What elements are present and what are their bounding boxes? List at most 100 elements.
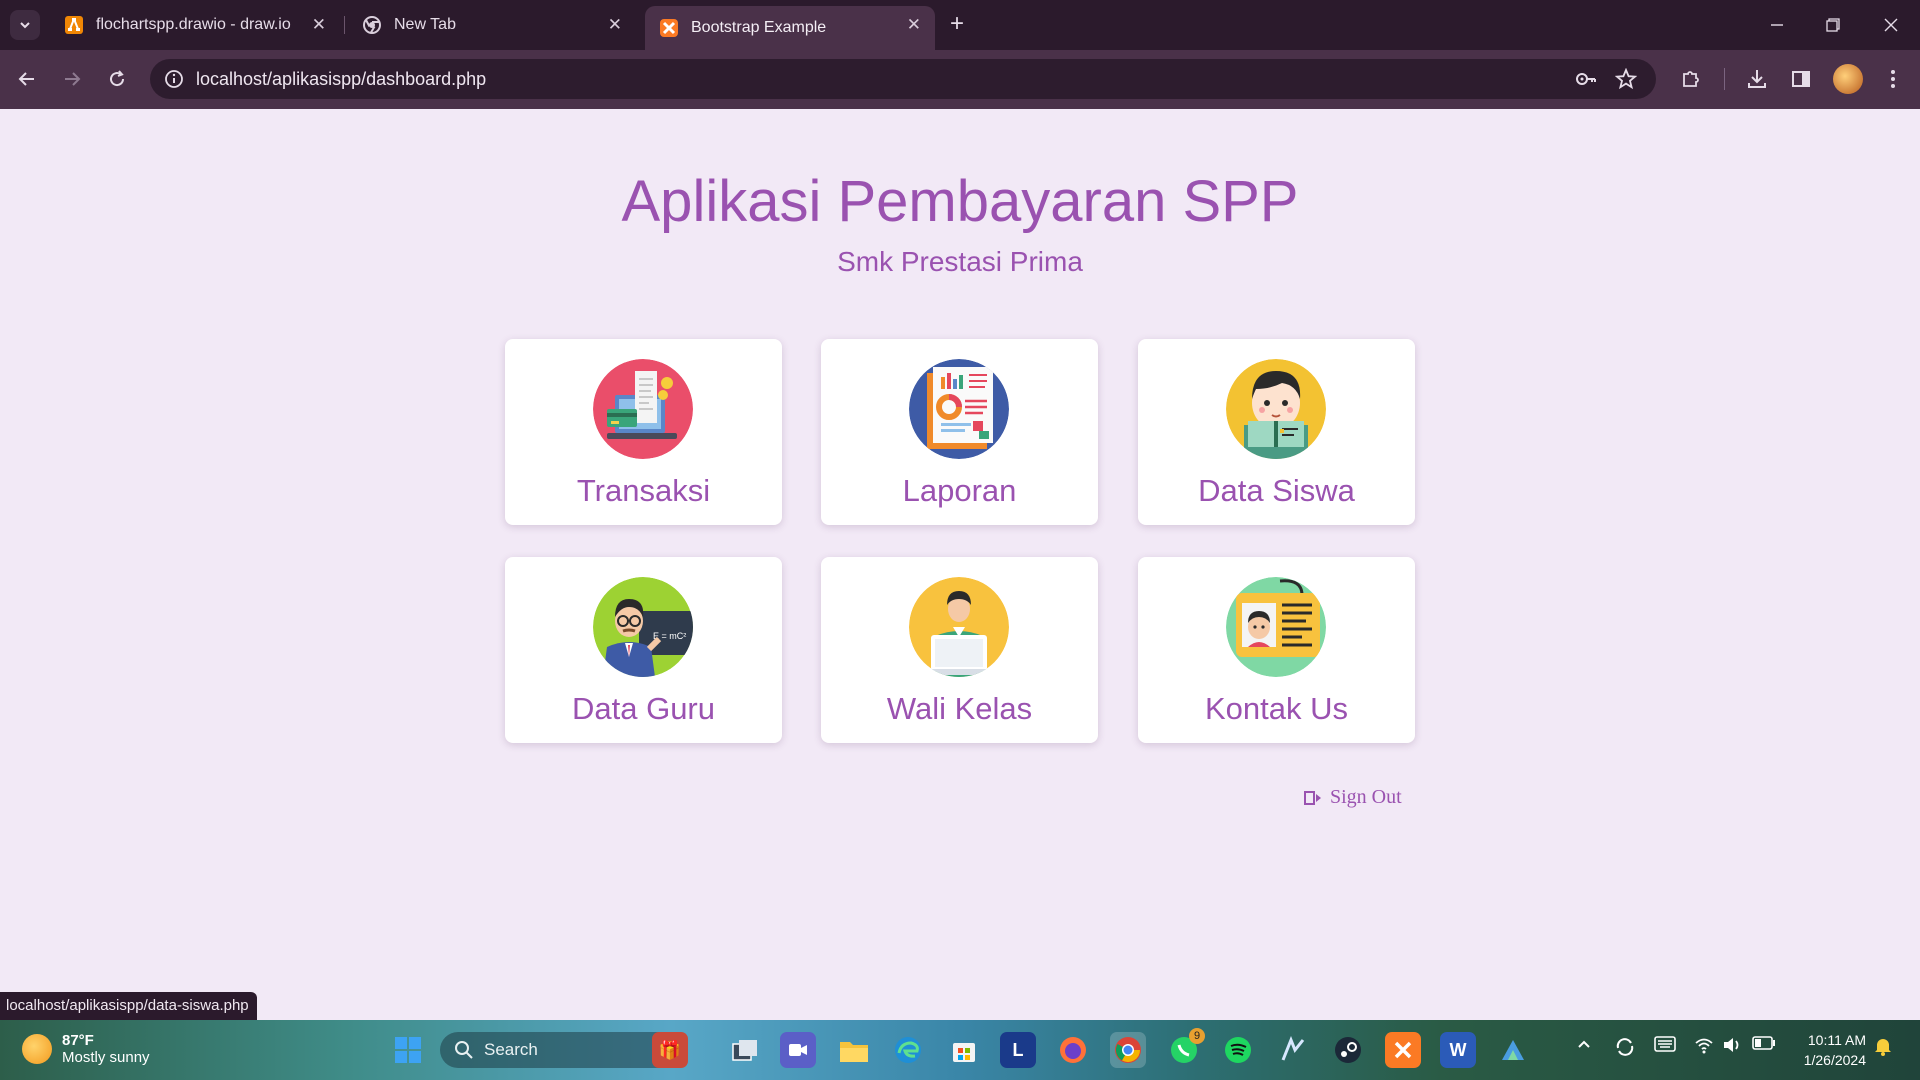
menu-card-kontak-us[interactable]: Kontak Us — [1138, 557, 1415, 743]
tab-new-tab[interactable]: New Tab ✕ — [348, 6, 636, 44]
new-tab-button[interactable]: + — [950, 12, 964, 36]
pen-app-icon[interactable] — [1275, 1032, 1311, 1068]
edge-browser-icon[interactable] — [890, 1032, 926, 1068]
homeroom-teacher-laptop-icon — [909, 577, 1009, 677]
close-icon — [1884, 18, 1898, 32]
card-label: Transaksi — [576, 473, 711, 508]
reload-button[interactable] — [102, 64, 132, 94]
task-view-icon[interactable] — [727, 1032, 763, 1068]
notification-badge: 9 — [1189, 1028, 1205, 1044]
close-tab-icon[interactable]: ✕ — [608, 15, 622, 35]
volume-icon[interactable] — [1722, 1036, 1742, 1059]
card-label: Wali Kelas — [886, 691, 1033, 726]
close-tab-icon[interactable]: ✕ — [312, 15, 326, 35]
xampp-taskbar-icon[interactable] — [1385, 1032, 1421, 1068]
tab-bootstrap-example[interactable]: Bootstrap Example ✕ — [645, 6, 935, 50]
toolbar-divider — [1724, 68, 1725, 90]
search-placeholder: Search — [484, 1040, 538, 1059]
notification-bell-icon[interactable] — [1874, 1036, 1892, 1061]
side-panel-icon — [1792, 71, 1810, 87]
windows-logo-icon — [395, 1037, 421, 1063]
teacher-blackboard-icon: E = mC² — [593, 577, 693, 677]
drawio-icon — [64, 15, 84, 35]
sync-icon[interactable] — [1614, 1036, 1636, 1063]
firefox-icon[interactable] — [1055, 1032, 1091, 1068]
password-key-icon[interactable] — [1574, 67, 1598, 91]
xampp-icon — [659, 18, 679, 38]
weather-sun-icon — [22, 1034, 52, 1064]
browser-toolbar: localhost/aplikasispp/dashboard.php — [0, 50, 1920, 109]
card-label: Laporan — [902, 473, 1017, 508]
clock-time: 10:11 AM — [1807, 1032, 1866, 1048]
tab-search-button[interactable] — [10, 10, 40, 40]
card-label: Data Siswa — [1198, 473, 1355, 508]
page-title: Aplikasi Pembayaran SPP — [621, 169, 1299, 234]
menu-card-laporan[interactable]: Laporan — [821, 339, 1098, 525]
contact-id-card-icon — [1226, 577, 1326, 677]
status-bar-url: localhost/aplikasispp/data-siswa.php — [0, 992, 257, 1020]
clock-date: 1/26/2024 — [1803, 1052, 1866, 1068]
bookmark-star-icon[interactable] — [1614, 67, 1638, 91]
side-panel-button[interactable] — [1786, 64, 1816, 94]
reload-icon — [110, 70, 125, 87]
menu-card-data-siswa[interactable]: Data Siswa — [1138, 339, 1415, 525]
taskbar-search[interactable]: Search — [440, 1032, 680, 1068]
forward-button[interactable] — [57, 64, 87, 94]
minimize-icon — [1771, 24, 1783, 26]
gift-widget-icon[interactable]: 🎁 — [652, 1032, 688, 1068]
browser-menu-button[interactable] — [1878, 64, 1908, 94]
restore-icon — [1826, 18, 1840, 32]
restore-button[interactable] — [1813, 10, 1853, 40]
puzzle-icon — [1683, 71, 1699, 87]
tab-strip: flochartspp.drawio - draw.io ✕ New Tab ✕… — [0, 0, 1920, 50]
chrome-taskbar-icon[interactable] — [1110, 1032, 1146, 1068]
word-icon[interactable]: W — [1440, 1032, 1476, 1068]
tray-chevron-up-icon[interactable] — [1576, 1036, 1592, 1057]
spotify-icon[interactable] — [1220, 1032, 1256, 1068]
extensions-button[interactable] — [1676, 64, 1706, 94]
more-vertical-icon — [1891, 70, 1895, 88]
sign-out-link[interactable]: Sign Out — [1304, 786, 1402, 809]
downloads-button[interactable] — [1742, 64, 1772, 94]
page-subtitle: Smk Prestasi Prima — [837, 246, 1083, 277]
file-explorer-icon[interactable] — [836, 1032, 872, 1068]
start-button[interactable] — [390, 1032, 426, 1068]
tab-separator — [344, 16, 345, 34]
tab-drawio[interactable]: flochartspp.drawio - draw.io ✕ — [50, 6, 340, 44]
maps-app-icon[interactable] — [1495, 1032, 1531, 1068]
wifi-icon[interactable] — [1694, 1036, 1714, 1059]
back-button[interactable] — [12, 64, 42, 94]
menu-card-data-guru[interactable]: E = mC² Data Guru — [505, 557, 782, 743]
url-text[interactable]: localhost/aplikasispp/dashboard.php — [196, 69, 486, 90]
weather-description: Mostly sunny — [62, 1049, 150, 1066]
microsoft-store-icon[interactable] — [946, 1032, 982, 1068]
windows-taskbar: 87°F Mostly sunny Search 🎁 L 9 W 10:11 A… — [0, 1020, 1920, 1080]
keyboard-icon[interactable] — [1654, 1036, 1676, 1057]
menu-card-wali-kelas[interactable]: Wali Kelas — [821, 557, 1098, 743]
student-reading-icon — [1226, 359, 1326, 459]
tab-title: Bootstrap Example — [691, 19, 827, 36]
chrome-icon — [362, 15, 382, 35]
steam-icon[interactable] — [1330, 1032, 1366, 1068]
address-bar[interactable]: localhost/aplikasispp/dashboard.php — [150, 59, 1656, 99]
battery-icon[interactable] — [1752, 1036, 1776, 1055]
card-label: Kontak Us — [1204, 691, 1348, 726]
profile-avatar[interactable] — [1833, 64, 1863, 94]
teams-chat-icon[interactable] — [780, 1032, 816, 1068]
arrow-right-icon — [65, 72, 81, 86]
close-window-button[interactable] — [1871, 10, 1911, 40]
lumion-app-icon[interactable]: L — [1000, 1032, 1036, 1068]
tab-title: flochartspp.drawio - draw.io — [96, 16, 291, 33]
taskbar-clock[interactable]: 10:11 AM 1/26/2024 — [1796, 1030, 1866, 1070]
weather-temperature: 87°F — [62, 1032, 94, 1049]
site-info-icon[interactable] — [162, 67, 186, 91]
payment-laptop-icon — [593, 359, 693, 459]
menu-card-transaksi[interactable]: Transaksi — [505, 339, 782, 525]
download-icon — [1748, 70, 1766, 88]
close-tab-icon[interactable]: ✕ — [907, 15, 921, 35]
arrow-left-icon — [18, 72, 34, 86]
report-chart-icon — [909, 359, 1009, 459]
weather-widget[interactable]: 87°F Mostly sunny — [22, 1032, 150, 1066]
sign-out-label: Sign Out — [1330, 786, 1402, 808]
minimize-button[interactable] — [1757, 10, 1797, 40]
